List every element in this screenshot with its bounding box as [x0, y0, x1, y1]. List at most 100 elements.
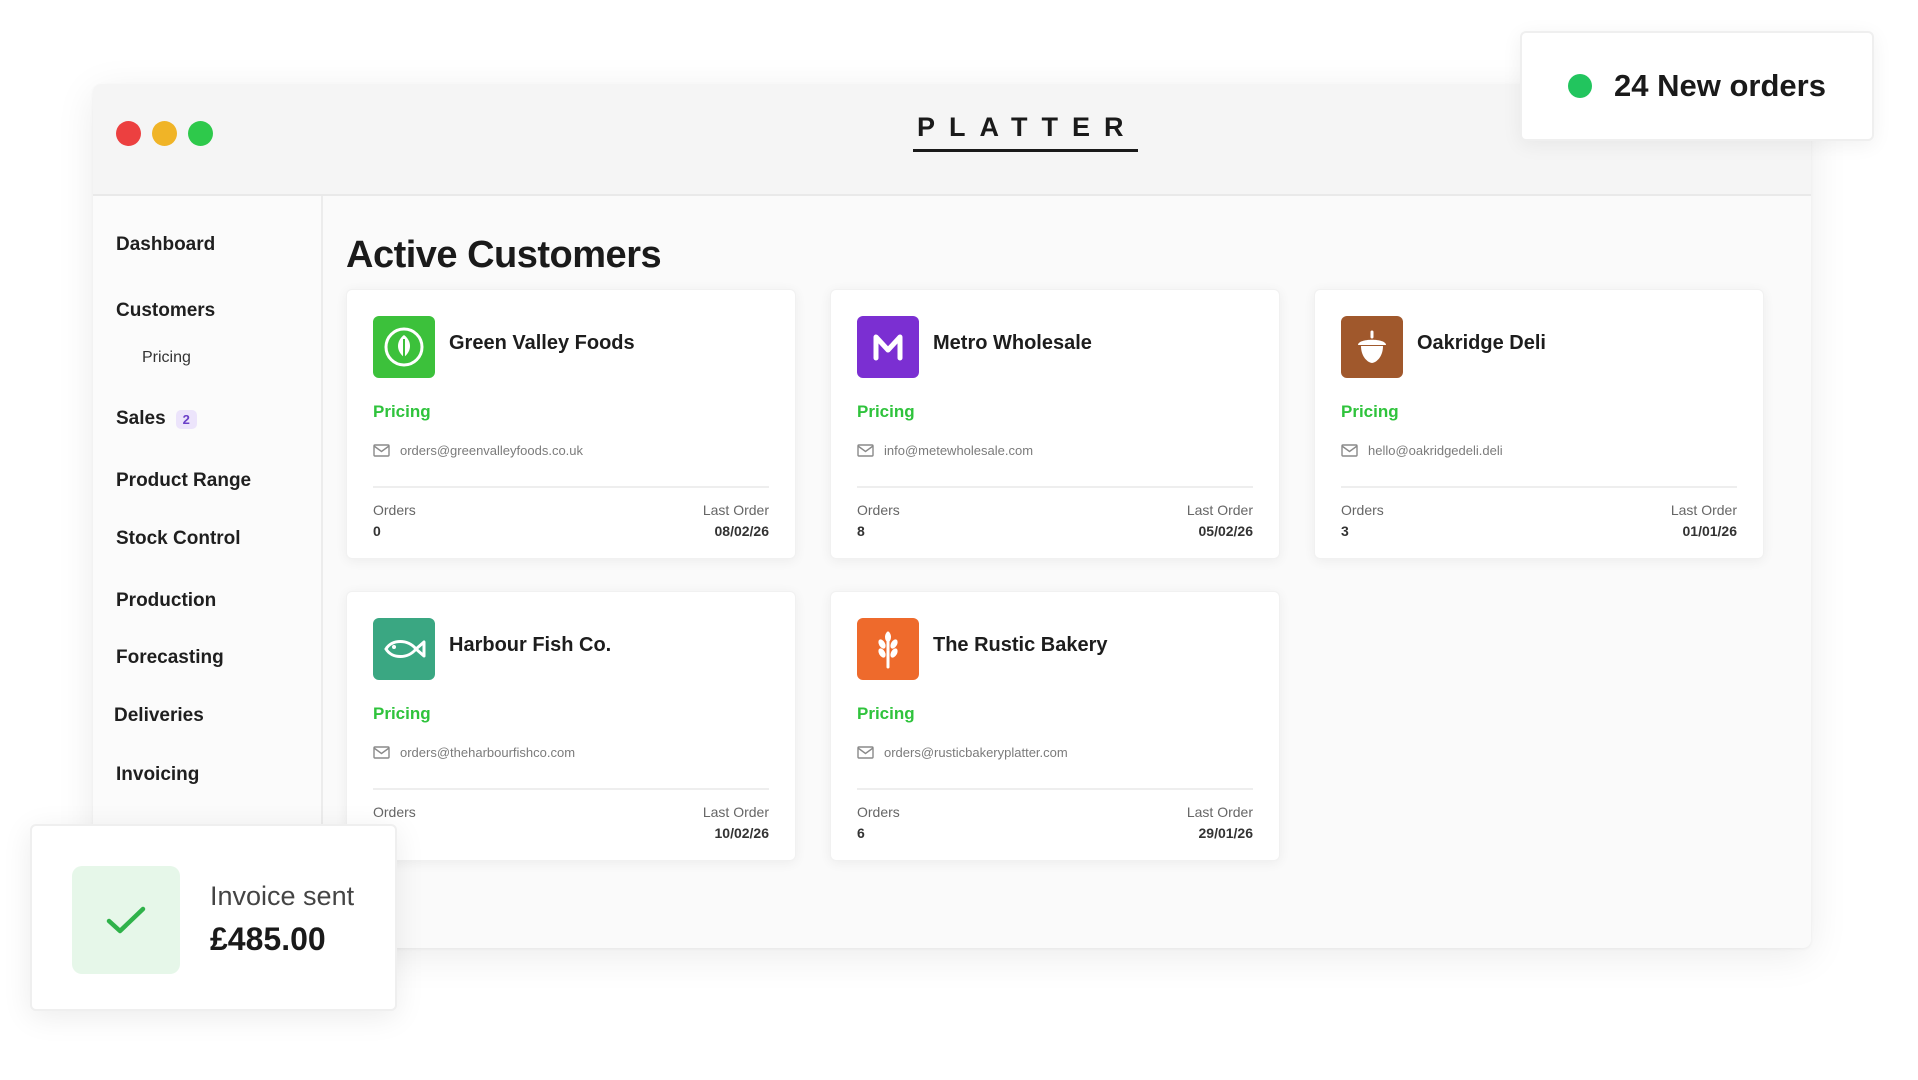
invoice-amount: £485.00: [210, 921, 326, 957]
card-divider: [373, 788, 769, 790]
customer-pricing-link[interactable]: Pricing: [373, 402, 431, 422]
sidebar-item-label: Dashboard: [116, 234, 216, 255]
customer-card[interactable]: Oakridge Deli Pricing hello@oakridgedeli…: [1314, 289, 1764, 559]
mail-icon: [1341, 444, 1358, 457]
customer-card[interactable]: Metro Wholesale Pricing info@metewholesa…: [830, 289, 1280, 559]
customer-logo: [373, 618, 435, 680]
customer-email-text: orders@theharbourfishco.com: [400, 745, 576, 760]
window-controls: [116, 121, 213, 146]
sidebar-item-label: Pricing: [142, 349, 191, 366]
customer-email-text: hello@oakridgedeli.deli: [1368, 443, 1503, 458]
maximize-window-button[interactable]: [188, 121, 213, 146]
sidebar-item-label: Product Range: [116, 470, 252, 491]
orders-count: 3: [1341, 523, 1349, 539]
sidebar-item-stock-control[interactable]: Stock Control: [116, 528, 241, 550]
mail-icon: [373, 444, 390, 457]
sidebar-item-invoicing[interactable]: Invoicing: [116, 764, 199, 786]
orders-count: 6: [857, 825, 865, 841]
app-logo: PLATTER: [913, 112, 1138, 152]
customer-logo: [857, 316, 919, 378]
last-order-label: Last Order: [1670, 502, 1737, 518]
last-order-date: 29/01/26: [1198, 825, 1254, 841]
last-order-label: Last Order: [702, 804, 769, 820]
new-orders-notification[interactable]: 24 New orders: [1520, 31, 1874, 141]
customer-logo: [1341, 316, 1403, 378]
last-order-date: 10/02/26: [714, 825, 770, 841]
customer-email-text: info@metewholesale.com: [884, 443, 1034, 458]
sidebar-item-label: Deliveries: [114, 705, 204, 726]
customer-name: Metro Wholesale: [933, 332, 1092, 354]
orders-count: 0: [373, 523, 381, 539]
customer-pricing-link[interactable]: Pricing: [857, 402, 915, 422]
last-order-date: 05/02/26: [1198, 523, 1254, 539]
sidebar-item-production[interactable]: Production: [116, 590, 216, 612]
sidebar-item-customers[interactable]: Customers: [116, 300, 215, 322]
customer-email[interactable]: hello@oakridgedeli.deli: [1341, 443, 1503, 458]
sidebar-item-label: Invoicing: [116, 764, 200, 785]
sidebar-item-label: Production: [116, 590, 217, 611]
customer-card[interactable]: The Rustic Bakery Pricing orders@rusticb…: [830, 591, 1280, 861]
sidebar-item-label: Forecasting: [116, 647, 224, 668]
close-window-button[interactable]: [116, 121, 141, 146]
customer-name: Harbour Fish Co.: [449, 634, 612, 656]
customer-email-text: orders@rusticbakeryplatter.com: [884, 745, 1068, 760]
last-order-stat: Last Order 01/01/26: [1671, 502, 1737, 539]
customer-email[interactable]: info@metewholesale.com: [857, 443, 1033, 458]
sidebar-item-dashboard[interactable]: Dashboard: [116, 234, 215, 256]
sidebar-item-pricing[interactable]: Pricing: [142, 349, 191, 367]
last-order-stat: Last Order 08/02/26: [703, 502, 769, 539]
sidebar-item-label: Stock Control: [116, 528, 241, 549]
mail-icon: [373, 746, 390, 759]
orders-stat: Orders: [373, 804, 416, 825]
customer-card[interactable]: Green Valley Foods Pricing orders@greenv…: [346, 289, 796, 559]
orders-label: Orders: [373, 804, 416, 820]
customer-email-text: orders@greenvalleyfoods.co.uk: [400, 443, 584, 458]
customer-name: The Rustic Bakery: [933, 634, 1108, 656]
customer-card[interactable]: Harbour Fish Co. Pricing orders@theharbo…: [346, 591, 796, 861]
customer-email[interactable]: orders@greenvalleyfoods.co.uk: [373, 443, 583, 458]
customer-email[interactable]: orders@rusticbakeryplatter.com: [857, 745, 1068, 760]
sidebar-item-forecasting[interactable]: Forecasting: [116, 647, 224, 669]
last-order-label: Last Order: [1186, 502, 1253, 518]
customer-email[interactable]: orders@theharbourfishco.com: [373, 745, 575, 760]
orders-stat: Orders 8: [857, 502, 900, 539]
card-divider: [373, 486, 769, 488]
orders-label: Orders: [373, 502, 416, 518]
app-window: PLATTER Dashboard Customers Pricing Sale…: [93, 84, 1811, 948]
orders-stat: Orders 0: [373, 502, 416, 539]
customer-name: Green Valley Foods: [449, 332, 635, 354]
sidebar-item-label: Customers: [116, 300, 216, 321]
page-title: Active Customers: [346, 234, 662, 276]
last-order-date: 08/02/26: [714, 523, 770, 539]
minimize-window-button[interactable]: [152, 121, 177, 146]
mail-icon: [857, 444, 874, 457]
customer-pricing-link[interactable]: Pricing: [1341, 402, 1399, 422]
customer-pricing-link[interactable]: Pricing: [373, 704, 431, 724]
sidebar-item-sales[interactable]: Sales 2: [116, 408, 197, 430]
invoice-sent-notification[interactable]: Invoice sent £485.00: [30, 824, 397, 1011]
orders-stat: Orders 6: [857, 804, 900, 841]
acorn-icon: [1358, 330, 1386, 363]
fish-icon: [384, 640, 426, 658]
orders-count: 8: [857, 523, 865, 539]
check-icon: [106, 906, 146, 934]
mail-icon: [857, 746, 874, 759]
last-order-stat: Last Order 10/02/26: [703, 804, 769, 841]
orders-label: Orders: [857, 804, 900, 820]
orders-label: Orders: [857, 502, 900, 518]
customer-name: Oakridge Deli: [1417, 332, 1546, 354]
letter-m-icon: [873, 334, 903, 361]
customer-pricing-link[interactable]: Pricing: [857, 704, 915, 724]
last-order-stat: Last Order 05/02/26: [1187, 502, 1253, 539]
wheat-icon: [878, 631, 898, 669]
card-divider: [1341, 486, 1737, 488]
leaf-icon: [384, 327, 424, 367]
last-order-stat: Last Order 29/01/26: [1187, 804, 1253, 841]
card-divider: [857, 788, 1253, 790]
status-dot-icon: [1568, 74, 1592, 98]
orders-stat: Orders 3: [1341, 502, 1384, 539]
sidebar-item-deliveries[interactable]: Deliveries: [114, 705, 204, 727]
last-order-date: 01/01/26: [1682, 523, 1738, 539]
sidebar-item-product-range[interactable]: Product Range: [116, 470, 251, 492]
sidebar-item-label: Sales: [116, 408, 166, 429]
